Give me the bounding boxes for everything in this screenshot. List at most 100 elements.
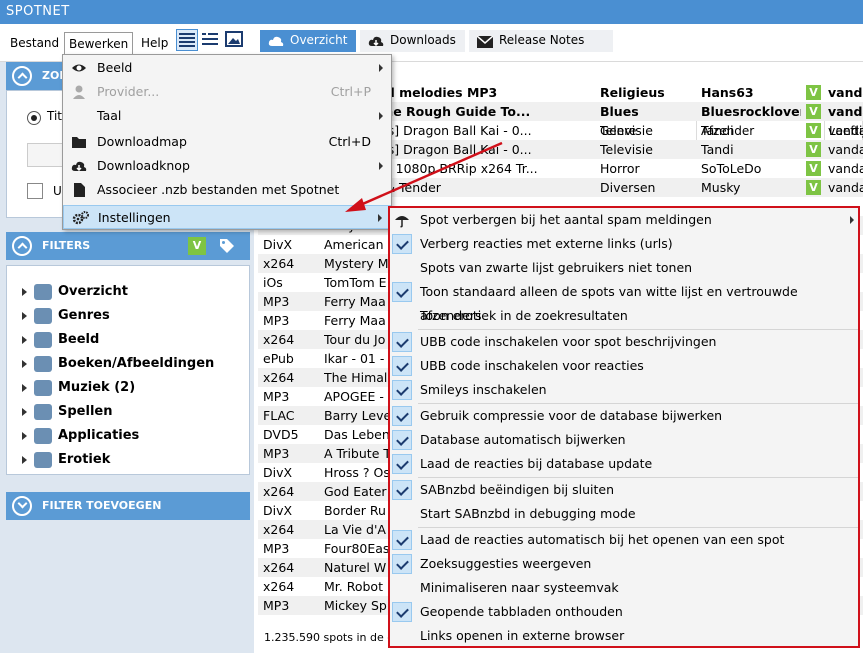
verified-badge-icon: V	[806, 104, 821, 119]
search-checkbox[interactable]	[27, 183, 43, 199]
verified-badge-icon: V	[806, 142, 821, 157]
filter-icon	[34, 428, 52, 444]
menu-item-associeer-nzb[interactable]: Associeer .nzb bestanden met Spotnet	[63, 178, 391, 202]
filter-icon	[34, 284, 52, 300]
collapse-icon[interactable]	[12, 66, 32, 86]
tab-downloads[interactable]: Downloads	[360, 30, 465, 52]
list-view-icon[interactable]	[176, 29, 198, 51]
checkmark-icon[interactable]	[392, 480, 412, 500]
collapse-icon[interactable]	[12, 236, 32, 256]
expand-icon[interactable]	[12, 496, 32, 516]
tags-icon[interactable]	[218, 237, 236, 266]
setting-label: Laad de reacties bij database update	[420, 456, 653, 471]
checkmark-icon[interactable]	[392, 380, 412, 400]
setting-item[interactable]: Geopende tabbladen onthouden	[390, 600, 858, 624]
filter-item-beeld[interactable]: Beeld	[18, 328, 244, 352]
checkmark-icon[interactable]	[392, 282, 412, 302]
setting-label: Toon erotiek in de zoekresultaten	[420, 308, 628, 323]
filter-v-icon[interactable]: V	[188, 237, 206, 255]
setting-item[interactable]: Database automatisch bijwerken	[390, 428, 858, 452]
detail-view-icon[interactable]	[200, 29, 222, 51]
cell-genre: Televisie	[600, 123, 653, 138]
cell-format: DivX	[263, 237, 293, 252]
checkmark-icon[interactable]	[392, 234, 412, 254]
cell-format: ePub	[263, 351, 294, 366]
setting-item[interactable]: Spots van zwarte lijst gebruikers niet t…	[390, 256, 858, 280]
image-view-icon[interactable]	[224, 29, 246, 51]
filter-icon	[34, 404, 52, 420]
setting-item[interactable]: SABnzbd beëindigen bij sluiten	[390, 478, 858, 502]
file-icon	[71, 182, 87, 198]
checkmark-icon[interactable]	[392, 602, 412, 622]
tab-label: Release Notes	[499, 33, 585, 47]
setting-item[interactable]: Spot verbergen bij het aantal spam meldi…	[390, 208, 858, 232]
setting-item[interactable]: Toon erotiek in de zoekresultaten	[390, 304, 858, 328]
setting-item[interactable]: Zoeksuggesties weergeven	[390, 552, 858, 576]
menu-item-downloadknop[interactable]: Downloadknop	[63, 154, 391, 178]
setting-label: Verberg reacties met externe links (urls…	[420, 236, 673, 251]
add-filter-header[interactable]: FILTER TOEVOEGEN	[6, 492, 250, 520]
filter-item-boeken[interactable]: Boeken/Afbeeldingen	[18, 352, 244, 376]
filter-item-overzicht[interactable]: Overzicht	[18, 280, 244, 304]
setting-label: Zoeksuggesties weergeven	[420, 556, 592, 571]
verified-badge-icon: V	[806, 85, 821, 100]
setting-item[interactable]: UBB code inschakelen voor reacties	[390, 354, 858, 378]
filter-icon	[34, 380, 52, 396]
eye-icon	[71, 60, 87, 76]
menu-item-downloadmap[interactable]: Downloadmap Ctrl+D	[63, 130, 391, 154]
menu-item-instellingen[interactable]: Instellingen	[63, 205, 391, 229]
cell-format: MP3	[263, 313, 290, 328]
filter-icon	[34, 308, 52, 324]
menu-item-provider: Provider... Ctrl+P	[63, 80, 391, 104]
search-input[interactable]	[27, 143, 67, 167]
setting-item[interactable]: Laad de reacties bij database update	[390, 452, 858, 476]
filter-list: Overzicht Genres Beeld Boeken/Afbeelding…	[18, 280, 244, 472]
setting-label: UBB code inschakelen voor spot beschrijv…	[420, 334, 717, 349]
setting-item[interactable]: Laad de reacties automatisch bij het ope…	[390, 528, 858, 552]
checkmark-icon[interactable]	[392, 530, 412, 550]
filters-panel-header[interactable]: FILTERS V	[6, 232, 250, 260]
cell-format: MP3	[263, 294, 290, 309]
setting-item[interactable]: Gebruik compressie voor de database bijw…	[390, 404, 858, 428]
filter-item-erotiek[interactable]: Erotiek	[18, 448, 244, 472]
filter-item-genres[interactable]: Genres	[18, 304, 244, 328]
checkmark-icon[interactable]	[392, 454, 412, 474]
menu-item-beeld[interactable]: Beeld	[63, 56, 391, 80]
setting-item[interactable]: Start SABnzbd in debugging mode	[390, 502, 858, 526]
setting-label: Geopende tabbladen onthouden	[420, 604, 623, 619]
cell-age: vanda	[828, 123, 863, 138]
cell-sender: Musky	[701, 180, 741, 195]
setting-label: Start SABnzbd in debugging mode	[420, 506, 636, 521]
menu-item-taal[interactable]: Taal	[63, 104, 391, 128]
cell-format: MP3	[263, 446, 290, 461]
cell-sender: Tandi	[701, 142, 734, 157]
tab-release-notes[interactable]: Release Notes	[469, 30, 613, 52]
title-radio[interactable]	[27, 111, 41, 125]
setting-item[interactable]: Verberg reacties met externe links (urls…	[390, 232, 858, 256]
filter-item-spellen[interactable]: Spellen	[18, 400, 244, 424]
cell-format: x264	[263, 522, 295, 537]
checkmark-icon[interactable]	[392, 554, 412, 574]
cloud-download-icon	[368, 34, 384, 54]
checkmark-icon[interactable]	[392, 332, 412, 352]
gears-icon	[72, 210, 89, 226]
cell-format: x264	[263, 560, 295, 575]
setting-label: Gebruik compressie voor de database bijw…	[420, 408, 723, 423]
checkmark-icon[interactable]	[392, 356, 412, 376]
setting-label: Spot verbergen bij het aantal spam meldi…	[420, 212, 712, 227]
menu-bestand[interactable]: Bestand	[6, 32, 63, 58]
setting-item[interactable]: Links openen in externe browser	[390, 624, 858, 648]
checkmark-icon[interactable]	[392, 430, 412, 450]
filter-item-applicaties[interactable]: Applicaties	[18, 424, 244, 448]
cell-age: vanda	[828, 104, 863, 119]
tab-overzicht[interactable]: Overzicht	[260, 30, 356, 52]
setting-label: Links openen in externe browser	[420, 628, 625, 643]
setting-item[interactable]: UBB code inschakelen voor spot beschrijv…	[390, 330, 858, 354]
setting-item[interactable]: Smileys inschakelen	[390, 378, 858, 402]
setting-item[interactable]: Toon standaard alleen de spots van witte…	[390, 280, 858, 323]
checkmark-icon[interactable]	[392, 406, 412, 426]
cloud-download-icon	[71, 158, 87, 174]
cell-age: vanda	[828, 161, 863, 176]
filter-item-muziek[interactable]: Muziek (2)	[18, 376, 244, 400]
setting-item[interactable]: Minimaliseren naar systeemvak	[390, 576, 858, 600]
